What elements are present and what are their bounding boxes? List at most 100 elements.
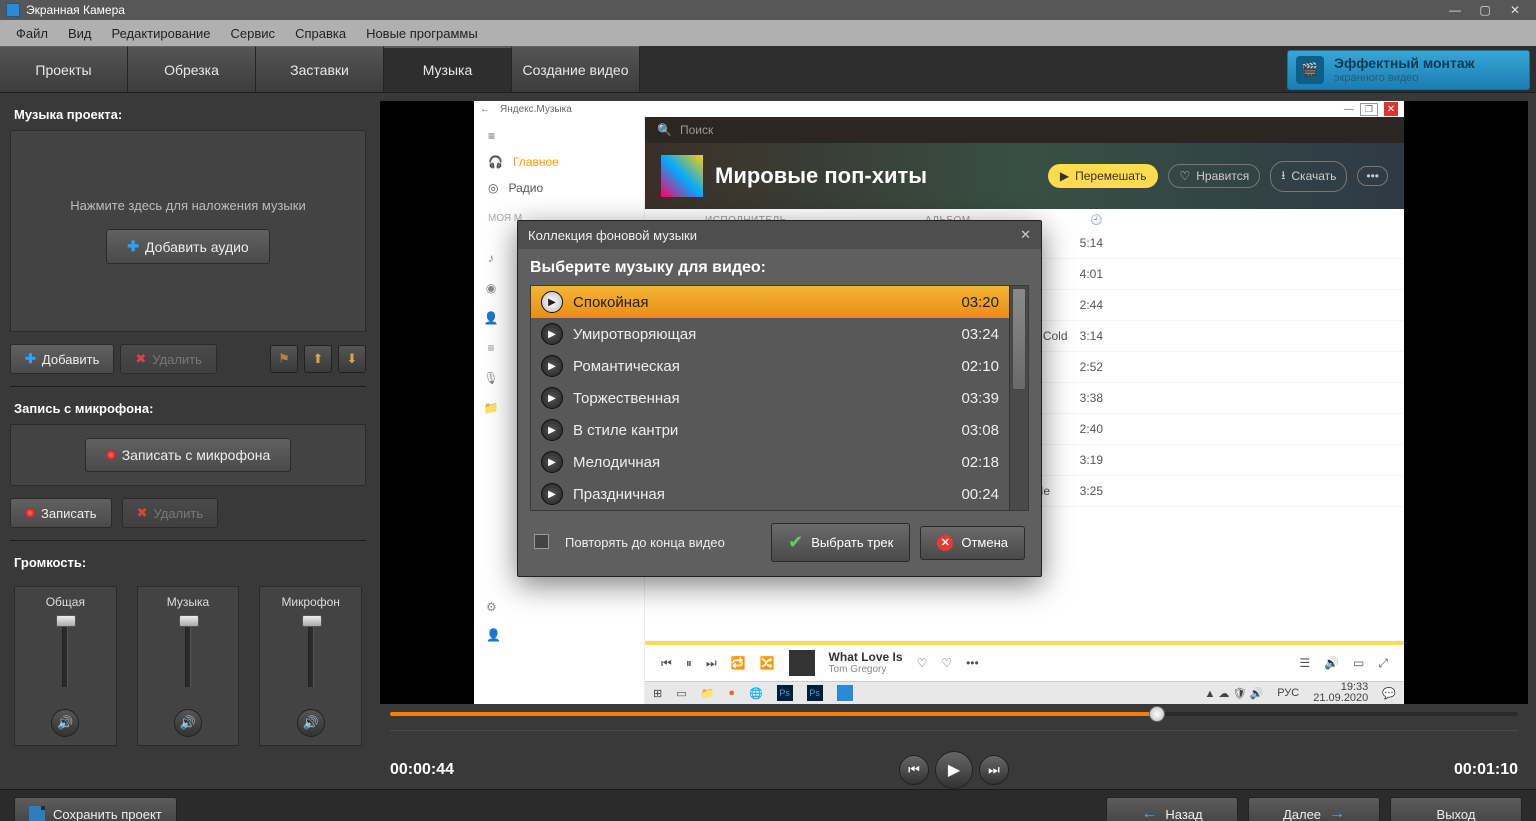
tab-create-video[interactable]: Создание видео (512, 46, 640, 92)
more-button: ••• (1357, 166, 1388, 186)
add-audio-button[interactable]: ✚ Добавить аудио (106, 229, 269, 264)
record-mic-button[interactable]: Записать с микрофона (85, 438, 292, 472)
record-button[interactable]: Записать (10, 498, 112, 528)
window-title: Экранная Камера (26, 3, 125, 17)
play-icon[interactable]: ▶ (541, 291, 563, 313)
add-audio-label: Добавить аудио (145, 239, 249, 255)
menu-new-programs[interactable]: Новые программы (356, 22, 488, 45)
time-current: 00:00:44 (390, 761, 454, 779)
music-drop-area[interactable]: Нажмите здесь для наложения музыки ✚ Доб… (10, 130, 366, 332)
cancel-button[interactable]: ✕ Отмена (920, 526, 1025, 560)
next-button[interactable]: ⏭ (979, 755, 1009, 785)
taskview-icon: ▭ (676, 687, 686, 700)
choose-track-button[interactable]: ✔Выбрать трек (771, 523, 910, 562)
tab-trim[interactable]: Обрезка (128, 46, 256, 92)
volume-slider-mic[interactable] (308, 615, 314, 687)
ym-duration: 3:38 (1075, 391, 1103, 405)
window-minimize[interactable]: — (1440, 3, 1470, 17)
now-cover (789, 650, 815, 676)
tab-intros[interactable]: Заставки (256, 46, 384, 92)
back-button[interactable]: ←Назад (1106, 797, 1238, 821)
menu-help[interactable]: Справка (285, 22, 356, 45)
shuffle-button: ▶ Перемешать (1048, 164, 1159, 188)
track-duration: 03:39 (961, 390, 999, 407)
mute-music-button[interactable]: 🔊 (174, 709, 202, 737)
repeat-checkbox[interactable] (534, 534, 555, 552)
tab-music[interactable]: Музыка (384, 46, 512, 92)
menu-edit[interactable]: Редактирование (102, 22, 221, 45)
yandex-icon: ● (728, 687, 735, 699)
playlist-title: Мировые поп-хиты (715, 163, 927, 189)
vol-label-overall: Общая (46, 595, 85, 609)
track-item[interactable]: ▶В стиле кантри03:08 (531, 414, 1009, 446)
volume-slider-music[interactable] (185, 615, 191, 687)
window-maximize[interactable]: ▢ (1470, 3, 1500, 17)
track-scrollbar[interactable] (1009, 286, 1028, 510)
play-icon[interactable]: ▶ (541, 387, 563, 409)
vol-label-mic: Микрофон (281, 595, 339, 609)
timeline-track[interactable] (390, 712, 1518, 716)
mic-panel-title: Запись с микрофона: (14, 401, 366, 416)
save-project-button[interactable]: Сохранить проект (14, 797, 177, 821)
mute-mic-button[interactable]: 🔊 (297, 709, 325, 737)
volume-slider-overall[interactable] (62, 615, 68, 687)
promo-banner[interactable]: 🎬 Эффектный монтаж экранного видео (1287, 50, 1530, 90)
delete-button[interactable]: ✖Удалить (120, 344, 217, 374)
prev-button[interactable]: ⏮ (899, 755, 929, 785)
next-button[interactable]: Далее→ (1248, 797, 1380, 821)
move-down-button[interactable]: ⬇ (338, 345, 366, 373)
menu-service[interactable]: Сервис (221, 22, 286, 45)
track-item[interactable]: ▶Праздничная00:24 (531, 478, 1009, 510)
list-icon: ≡ (487, 341, 494, 355)
play-icon[interactable]: ▶ (541, 451, 563, 473)
podcast-icon: 🎙 (483, 371, 498, 385)
play-icon[interactable]: ▶ (541, 355, 563, 377)
timeline-thumb[interactable] (1149, 706, 1165, 722)
ym-duration: 2:52 (1075, 360, 1103, 374)
captured-maximize: ❐ (1360, 103, 1378, 116)
plus-icon: ✚ (127, 238, 139, 255)
track-duration: 02:10 (961, 358, 999, 375)
now-artist: Tom Gregory (829, 664, 903, 675)
play-icon[interactable]: ▶ (541, 419, 563, 441)
play-icon[interactable]: ▶ (541, 483, 563, 505)
mute-overall-button[interactable]: 🔊 (51, 709, 79, 737)
move-up-button[interactable]: ⬆ (304, 345, 332, 373)
exit-button[interactable]: Выход (1390, 797, 1522, 821)
note-icon: ♪ (488, 251, 494, 265)
delete-recording-button[interactable]: ✖Удалить (122, 498, 219, 528)
track-item[interactable]: ▶Торжественная03:39 (531, 382, 1009, 414)
flag-icon-button[interactable]: ⚑ (270, 345, 298, 373)
menu-view[interactable]: Вид (58, 22, 102, 45)
video-preview: ← Яндекс.Музыка — ❐ ✕ ≡ 🎧Главное ◎Радио … (380, 101, 1528, 704)
track-list: ▶Спокойная03:20▶Умиротворяющая03:24▶Рома… (531, 286, 1009, 510)
avatar: 👤 (486, 628, 501, 642)
app-icon (6, 3, 20, 17)
search-icon: 🔍 (657, 123, 672, 137)
track-duration: 00:24 (961, 486, 999, 503)
cancel-label: Отмена (961, 535, 1008, 550)
dialog-close-button[interactable]: ✕ (1020, 227, 1031, 243)
ym-duration: 3:19 (1075, 453, 1103, 467)
play-button[interactable]: ▶ (935, 751, 973, 789)
volume-mic: Микрофон 🔊 (259, 586, 362, 746)
track-item[interactable]: ▶Спокойная03:20 (531, 286, 1009, 318)
tab-projects[interactable]: Проекты (0, 46, 128, 92)
play-icon[interactable]: ▶ (541, 323, 563, 345)
cancel-icon: ✕ (937, 535, 953, 551)
track-item[interactable]: ▶Мелодичная02:18 (531, 446, 1009, 478)
timeline (380, 704, 1528, 741)
captured-close: ✕ (1384, 102, 1398, 116)
track-item[interactable]: ▶Умиротворяющая03:24 (531, 318, 1009, 350)
playlist-cover (661, 155, 703, 197)
track-item[interactable]: ▶Романтическая02:10 (531, 350, 1009, 382)
fullscreen-icon: ⤢ (1378, 656, 1388, 671)
ym-duration: 2:40 (1075, 422, 1103, 436)
check-icon: ✔ (788, 532, 803, 553)
explorer-icon: 📁 (701, 687, 715, 700)
window-close[interactable]: ✕ (1500, 3, 1530, 17)
dialog-subtitle: Выберите музыку для видео: (530, 259, 1029, 277)
add-button[interactable]: ✚Добавить (10, 344, 114, 374)
record-icon (25, 508, 35, 518)
menu-file[interactable]: Файл (6, 22, 58, 45)
